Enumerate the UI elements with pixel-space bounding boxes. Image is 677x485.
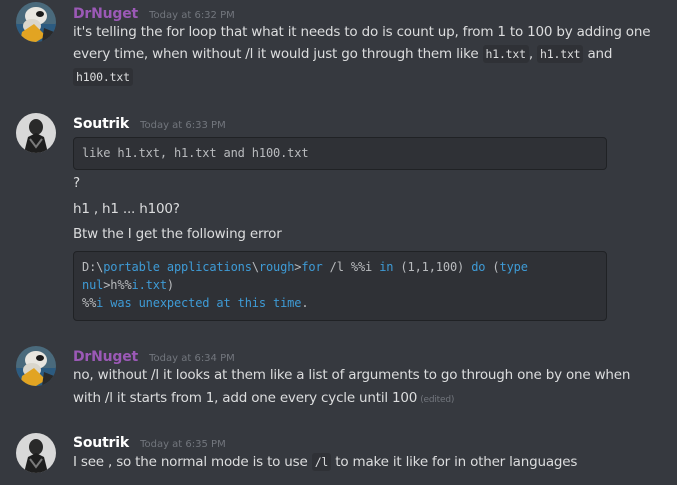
message-text: Btw the I get the following error	[73, 226, 282, 242]
message-text: every time, when without /l it would jus…	[73, 46, 483, 62]
message-line: every time, when without /l it would jus…	[73, 43, 612, 65]
message-text: it's telling the for loop that what it n…	[73, 24, 651, 40]
code-token: do	[471, 260, 486, 274]
code-token: /l	[322, 260, 351, 274]
timestamp: Today at 6:32 PM	[149, 10, 235, 21]
message-line: with /l it starts from 1, add one every …	[73, 387, 454, 411]
code-token: )	[166, 278, 174, 292]
message-line: ?	[73, 172, 80, 194]
code-token: in	[379, 260, 394, 274]
error-code-block: D:\portable applications\rough>for /l %%…	[73, 251, 607, 321]
message-text: ?	[73, 175, 80, 191]
code-token: portable applications	[103, 260, 252, 274]
message-header: Soutrik Today at 6:35 PM	[73, 432, 226, 451]
code-token: i was unexpected at this time	[96, 296, 302, 310]
inline-code: h100.txt	[73, 68, 133, 86]
message-line: h1 , h1 ... h100?	[73, 198, 180, 220]
code-token: nul	[82, 278, 104, 292]
message-line: it's telling the for loop that what it n…	[73, 21, 651, 43]
code-line: nul>h%%i.txt)	[82, 278, 174, 292]
code-token: \	[251, 260, 259, 274]
message-text: no, without /l it looks at them like a l…	[73, 367, 631, 383]
code-token: (	[485, 260, 500, 274]
code-line: %%i was unexpected at this time.	[82, 296, 309, 310]
code-token: D:\	[82, 260, 104, 274]
timestamp: Today at 6:33 PM	[140, 120, 226, 131]
message-line: Btw the I get the following error	[73, 223, 282, 245]
code-token: %%i	[350, 260, 380, 274]
inline-code: h1.txt	[537, 45, 584, 63]
message-line: I see , so the normal mode is to use /l …	[73, 451, 577, 473]
code-token: (1,1,100)	[393, 260, 472, 274]
message-line: no, without /l it looks at them like a l…	[73, 364, 630, 386]
username-drnuget[interactable]: DrNuget	[73, 6, 138, 22]
message-text: h1 , h1 ... h100?	[73, 201, 180, 217]
message-header: Soutrik Today at 6:33 PM	[73, 113, 226, 132]
message-text: and	[583, 46, 613, 62]
code-line: D:\portable applications\rough>for /l %%…	[82, 260, 528, 274]
code-token: %%	[117, 278, 132, 292]
code-token: for	[301, 260, 323, 274]
username-drnuget[interactable]: DrNuget	[73, 349, 138, 365]
message-header: DrNuget Today at 6:34 PM	[73, 346, 235, 365]
message-text: to make it like for in other languages	[331, 454, 578, 470]
code-block: like h1.txt, h1.txt and h100.txt	[73, 137, 607, 170]
message-text: with /l it starts from 1, add one every …	[73, 390, 418, 406]
code-line: like h1.txt, h1.txt and h100.txt	[82, 146, 309, 160]
message-text: I see , so the normal mode is to use	[73, 454, 312, 470]
message-line: h100.txt	[73, 66, 133, 88]
avatar-soutrik[interactable]	[16, 433, 56, 473]
username-soutrik[interactable]: Soutrik	[73, 435, 129, 451]
inline-code: /l	[311, 453, 332, 471]
avatar-soutrik[interactable]	[16, 113, 56, 153]
avatar-drnuget[interactable]	[16, 346, 56, 386]
inline-code: h1.txt	[482, 45, 529, 63]
timestamp: Today at 6:34 PM	[149, 353, 235, 364]
code-token: rough	[258, 260, 295, 274]
message-header: DrNuget Today at 6:32 PM	[73, 3, 235, 22]
code-token: %%	[82, 296, 97, 310]
avatar-drnuget[interactable]	[16, 2, 56, 42]
edited-label: (edited)	[420, 395, 455, 405]
code-token: .	[301, 296, 309, 310]
username-soutrik[interactable]: Soutrik	[73, 116, 129, 132]
code-token: i.txt	[131, 278, 168, 292]
message-text: ,	[528, 46, 538, 62]
timestamp: Today at 6:35 PM	[140, 439, 226, 450]
code-token: >h	[103, 278, 118, 292]
code-token: type	[499, 260, 528, 274]
